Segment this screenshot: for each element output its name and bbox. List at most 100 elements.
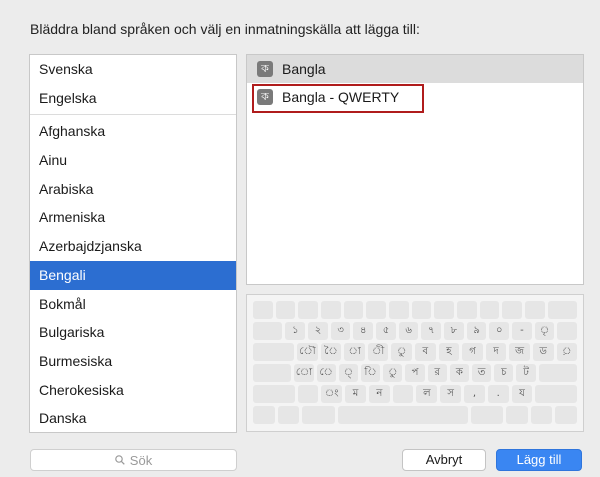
keyboard-key: ় (556, 343, 578, 361)
keyboard-key (343, 301, 364, 319)
keyboard-key: ু (391, 343, 413, 361)
keyboard-key (253, 301, 273, 319)
keyboard-key: গ (462, 343, 483, 361)
keyboard-key (530, 406, 553, 424)
source-item-bangla[interactable]: ক Bangla (247, 55, 583, 83)
language-item-arabiska[interactable]: Arabiska (30, 175, 236, 204)
keyboard-key (392, 385, 414, 403)
keyboard-key: ৯ (466, 322, 487, 340)
keyboard-key (277, 406, 300, 424)
keyboard-key: ব (415, 343, 436, 361)
language-item-bokmal[interactable]: Bokmål (30, 290, 236, 319)
language-list[interactable]: Svenska Engelska Afghanska Ainu Arabiska… (29, 54, 237, 433)
cancel-button[interactable]: Avbryt (402, 449, 486, 471)
search-field[interactable]: Sök (30, 449, 237, 471)
keyboard-key (253, 322, 283, 340)
keyboard-key: হ (438, 343, 460, 361)
keyboard-key: ৮ (444, 322, 464, 340)
keyboard-key: য (511, 385, 533, 403)
keyboard-row (253, 301, 578, 319)
keyboard-key (320, 301, 341, 319)
highlight-box (252, 84, 424, 113)
keyboard-key (388, 301, 409, 319)
keyboard-key: ৫ (376, 322, 396, 340)
keyboard-key: ী (367, 343, 389, 361)
keyboard-key: ০ (489, 322, 510, 340)
keyboard-key: ক (449, 364, 470, 382)
keyboard-key: , (464, 385, 485, 403)
keyboard-key: জ (509, 343, 530, 361)
keyboard-row: ১ ২ ৩ ৪ ৫ ৬ ৭ ৮ ৯ ০ - ৃ (253, 322, 578, 340)
keyboard-key: প (405, 364, 425, 382)
keyboard-key: ু (383, 364, 403, 382)
keyboard-key: ১ (285, 322, 306, 340)
add-button[interactable]: Lägg till (496, 449, 582, 471)
keyboard-key: ২ (308, 322, 328, 340)
language-item-armeniska[interactable]: Armeniska (30, 203, 236, 232)
keyboard-key (411, 301, 432, 319)
language-item-ainu[interactable]: Ainu (30, 146, 236, 175)
keyboard-key (434, 301, 454, 319)
keyboard-key (302, 406, 335, 424)
keyboard-key: . (487, 385, 509, 403)
keyboard-key (298, 301, 318, 319)
keyboard-key (502, 301, 522, 319)
keyboard-key: ন (368, 385, 390, 403)
keyboard-key: স (440, 385, 462, 403)
keyboard-key: ৃ (534, 322, 555, 340)
language-item-afghanska[interactable]: Afghanska (30, 117, 236, 146)
keyboard-key (479, 301, 500, 319)
keyboard-key (506, 406, 528, 424)
keyboard-key: ৪ (353, 322, 374, 340)
keyboard-key: ল (416, 385, 438, 403)
keyboard-key (538, 364, 578, 382)
keyboard-key: ৭ (421, 322, 442, 340)
keyboard-key: র (427, 364, 447, 382)
keyboard-key (555, 406, 577, 424)
keyboard-key: ড (532, 343, 554, 361)
keyboard-key: ৩ (330, 322, 351, 340)
language-list-divider (30, 114, 236, 116)
keyboard-key: ট (516, 364, 536, 382)
language-item-cherokesiska[interactable]: Cherokesiska (30, 376, 236, 405)
keyboard-key: ম (345, 385, 366, 403)
keyboard-row: ো ে ্ ি ু প র ক ত চ ট (253, 364, 578, 382)
keyboard-key: ৈ (320, 343, 342, 361)
keyboard-preview: ১ ২ ৩ ৪ ৫ ৬ ৭ ৮ ৯ ০ - ৃ ৌ ৈ া ী ু ব হ গ … (246, 294, 584, 432)
keyboard-key (253, 385, 295, 403)
language-item-bulgariska[interactable]: Bulgariska (30, 318, 236, 347)
keyboard-key: - (512, 322, 532, 340)
search-placeholder: Sök (129, 452, 153, 468)
keyboard-key: ্ (338, 364, 359, 382)
magnifier-icon (114, 455, 125, 465)
keyboard-key (253, 406, 275, 424)
keyboard-row: ৌ ৈ া ী ু ব হ গ দ জ ড ় (253, 343, 578, 361)
language-item-svenska[interactable]: Svenska (30, 55, 236, 84)
keyboard-row: ং ম ন ল স , . য (253, 385, 577, 403)
language-item-danska[interactable]: Danska (30, 404, 236, 432)
keyboard-key: ৌ (297, 343, 318, 361)
language-item-engelska[interactable]: Engelska (30, 84, 236, 113)
keyboard-key: ি (361, 364, 381, 382)
source-item-label: Bangla (282, 61, 326, 77)
language-item-bengali[interactable]: Bengali (30, 260, 236, 290)
bangla-source-icon: ক (257, 61, 273, 77)
keyboard-key: ো (294, 364, 314, 382)
keyboard-key (275, 301, 296, 319)
keyboard-key: চ (494, 364, 514, 382)
keyboard-key (297, 385, 319, 403)
keyboard-key (366, 301, 386, 319)
keyboard-key (535, 385, 577, 403)
keyboard-key: দ (485, 343, 507, 361)
keyboard-key: ত (472, 364, 492, 382)
keyboard-key (557, 322, 578, 340)
keyboard-key (456, 301, 477, 319)
language-item-azerbajdzjanska[interactable]: Azerbajdzjanska (30, 232, 236, 261)
keyboard-key (253, 343, 295, 361)
keyboard-key: ৬ (398, 322, 419, 340)
keyboard-key (253, 364, 292, 382)
language-item-burmesiska[interactable]: Burmesiska (30, 347, 236, 376)
keyboard-key (470, 406, 504, 424)
keyboard-key: ে (316, 364, 336, 382)
keyboard-spacebar (337, 406, 468, 424)
